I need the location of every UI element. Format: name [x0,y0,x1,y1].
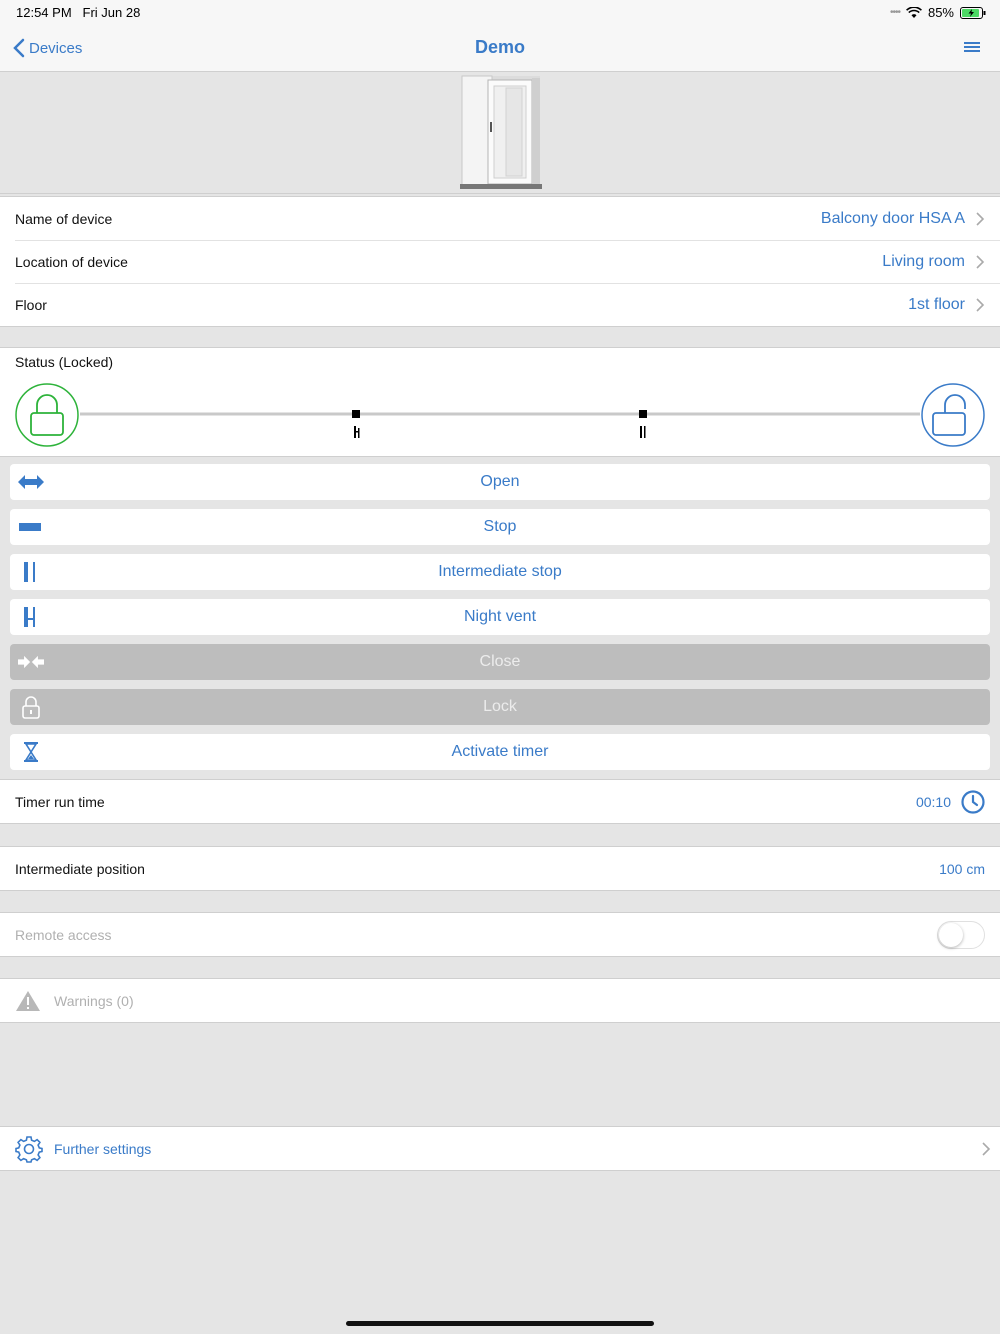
button-label: Intermediate stop [438,563,562,580]
menu-button[interactable] [964,40,980,59]
locked-state-icon[interactable] [15,383,79,447]
close-arrows-icon [18,650,44,674]
intermediate-section: Intermediate position 100 cm [0,846,1000,891]
row-location-of-device[interactable]: Location of device Living room [0,240,1000,283]
activate-timer-button[interactable]: Activate timer [10,734,990,770]
row-value-wrap: 00:10 [915,789,985,814]
unlocked-state-icon[interactable] [921,383,985,447]
lock-icon [18,695,44,719]
row-value-wrap: Balcony door HSA A [821,210,985,228]
row-label: Name of device [15,210,113,227]
button-label: Night vent [463,608,537,625]
gear-icon [15,1135,43,1163]
toggle-knob [939,922,963,947]
hamburger-icon [964,42,980,52]
remote-access-toggle[interactable] [937,920,985,949]
battery-percent: 85% [927,5,954,20]
row-value-wrap: 1st floor [908,296,985,314]
status-time: 12:54 PM Fri Jun 28 [16,5,141,20]
button-label: Activate timer [451,743,549,760]
row-warnings[interactable]: Warnings (0) [0,979,1000,1022]
warning-icon [16,990,40,1011]
nav-bar: Devices Demo [0,24,1000,72]
row-label: Further settings [54,1140,152,1157]
row-label: Remote access [15,926,112,943]
row-label: Floor [15,296,47,313]
status-slider [80,410,920,438]
signal-dots-icon: •••• [889,7,901,18]
row-name-of-device[interactable]: Name of device Balcony door HSA A [0,197,1000,240]
clock-icon [961,789,985,814]
page-title: Demo [474,37,525,57]
row-floor[interactable]: Floor 1st floor [0,283,1000,326]
night-vent-icon [18,605,44,629]
chevron-right-icon [982,1141,991,1156]
timer-section: Timer run time 00:10 [0,779,1000,824]
double-arrow-icon [18,470,44,494]
close-button[interactable]: Close [10,644,990,680]
button-label: Lock [483,698,517,715]
status-right: •••• 85% [890,5,986,20]
status-label: Status (Locked) [15,354,114,370]
warnings-section: Warnings (0) [0,978,1000,1023]
balcony-door-image [460,75,542,189]
stop-button[interactable]: Stop [10,509,990,545]
row-intermediate-position[interactable]: Intermediate position 100 cm [0,847,1000,890]
row-timer-run-time[interactable]: Timer run time 00:10 [0,780,1000,823]
button-label: Stop [483,518,517,535]
open-button[interactable]: Open [10,464,990,500]
row-further-settings[interactable]: Further settings [0,1127,1000,1170]
button-label: Close [479,653,521,670]
intermediate-stop-icon [18,560,44,584]
chevron-right-icon [976,211,985,226]
row-value: Living room [882,252,965,270]
device-info-section: Name of device Balcony door HSA A Locati… [0,196,1000,327]
lock-button[interactable]: Lock [10,689,990,725]
row-label: Location of device [15,253,128,270]
row-value: 100 cm [939,860,985,877]
chevron-right-icon [976,254,985,269]
home-indicator [346,1321,654,1326]
timer-value: 00:10 [915,793,951,810]
button-label: Open [480,473,520,490]
row-label: Warnings (0) [54,992,134,1009]
hourglass-icon [18,740,44,764]
intermediate-stop-button[interactable]: Intermediate stop [10,554,990,590]
stop-bar-icon [18,515,44,539]
row-value: Balcony door HSA A [820,209,965,227]
further-settings-section: Further settings [0,1126,1000,1171]
row-label: Intermediate position [15,860,145,877]
status-bar: 12:54 PM Fri Jun 28 •••• 85% [0,0,1000,24]
row-value-wrap: Living room [882,253,985,271]
row-value: 1st floor [908,295,965,313]
status-section: Status (Locked) [0,347,1000,457]
battery-icon [960,6,986,19]
row-label: Timer run time [15,793,105,810]
device-image-area [0,72,1000,194]
night-vent-button[interactable]: Night vent [10,599,990,635]
row-remote-access: Remote access [0,913,1000,956]
wifi-icon [906,6,922,18]
remote-section: Remote access [0,912,1000,957]
chevron-right-icon [976,297,985,312]
